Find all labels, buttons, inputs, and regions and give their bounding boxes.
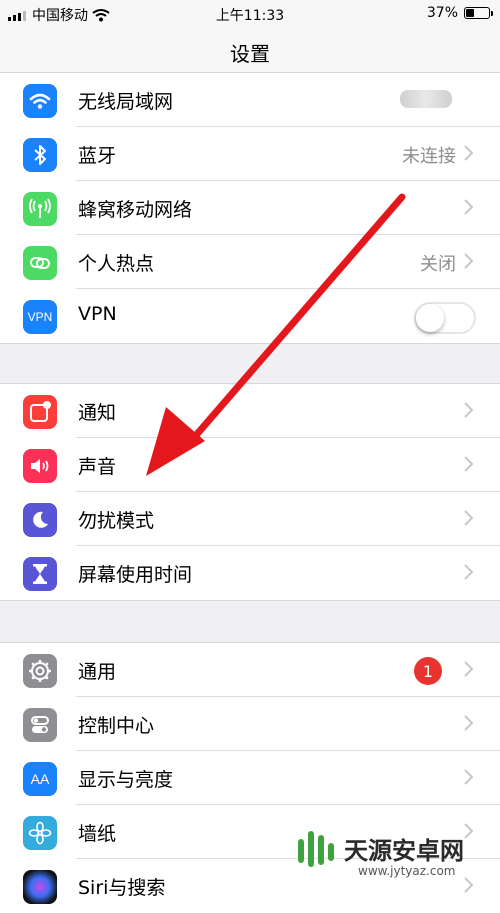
settings-row-label: 蜂窝移动网络 — [78, 199, 193, 221]
settings-row-label: 声音 — [78, 456, 117, 478]
toggle-knob — [416, 304, 444, 332]
chevron-right-icon — [464, 402, 474, 418]
speaker-icon — [23, 449, 57, 483]
chevron-right-icon — [464, 456, 474, 472]
settings-row-display[interactable]: AA 显示与亮度 — [0, 751, 500, 805]
settings-row-screen-time[interactable]: 屏幕使用时间 — [0, 546, 500, 600]
settings-row-control-center[interactable]: 控制中心 — [0, 697, 500, 751]
battery-fill — [466, 9, 474, 17]
notification-icon — [23, 395, 57, 429]
settings-row-label: 无线局域网 — [78, 91, 174, 113]
chevron-right-icon — [464, 253, 474, 269]
chevron-right-icon — [464, 145, 474, 161]
settings-row-label: Siri与搜索 — [78, 877, 166, 899]
clock: 上午11:33 — [215, 8, 285, 24]
settings-row-label: 个人热点 — [78, 253, 155, 275]
settings-row-cellular[interactable]: 蜂窝移动网络 — [0, 181, 500, 235]
chevron-right-icon — [464, 661, 474, 677]
wallpaper-icon — [23, 816, 57, 850]
watermark-url: www.jytyaz.com — [358, 864, 456, 878]
settings-row-label: 屏幕使用时间 — [78, 564, 193, 586]
settings-row-hotspot[interactable]: 个人热点 关闭 — [0, 235, 500, 289]
navigation-bar: 设置 — [0, 28, 500, 77]
control-center-icon — [23, 708, 57, 742]
chevron-right-icon — [464, 564, 474, 580]
settings-row-label: 蓝牙 — [78, 145, 117, 167]
antenna-icon — [23, 192, 57, 226]
bluetooth-icon — [23, 138, 57, 172]
settings-row-wifi[interactable]: 无线局域网 — [0, 73, 500, 127]
vpn-toggle[interactable] — [414, 302, 476, 334]
vpn-icon: VPN — [23, 300, 57, 334]
settings-row-label: 显示与亮度 — [78, 769, 174, 791]
settings-row-label: 墙纸 — [78, 823, 117, 845]
settings-row-label: VPN — [78, 303, 117, 325]
moon-icon — [23, 503, 57, 537]
status-bar: 中国移动 上午11:33 37% — [0, 0, 500, 28]
settings-row-label: 通用 — [78, 661, 117, 683]
chevron-right-icon — [464, 769, 474, 785]
connectivity-group: 无线局域网 蓝牙 未连接 蜂窝移动网络 个人热点 关闭 VPN VPN — [0, 72, 500, 344]
hotspot-status-value: 关闭 — [420, 254, 456, 275]
vpn-icon-text: VPN — [27, 310, 53, 324]
settings-row-general[interactable]: 通用 1 — [0, 643, 500, 697]
battery-icon — [464, 7, 493, 19]
wifi-network-name-blurred — [400, 90, 452, 108]
settings-row-label: 通知 — [78, 402, 117, 424]
settings-row-notifications[interactable]: 通知 — [0, 384, 500, 438]
bluetooth-status-value: 未连接 — [402, 146, 456, 167]
watermark-logo: 天源安卓网 www.jytyaz.com — [292, 825, 492, 883]
settings-row-label: 控制中心 — [78, 715, 155, 737]
page-title: 设置 — [230, 42, 270, 66]
chevron-right-icon — [464, 510, 474, 526]
settings-row-bluetooth[interactable]: 蓝牙 未连接 — [0, 127, 500, 181]
hourglass-icon — [23, 557, 57, 591]
chevron-right-icon — [464, 199, 474, 215]
settings-row-sounds[interactable]: 声音 — [0, 438, 500, 492]
display-icon-text: AA — [30, 771, 50, 787]
settings-row-label: 勿扰模式 — [78, 510, 155, 532]
hotspot-icon — [23, 246, 57, 280]
update-badge: 1 — [414, 657, 442, 685]
settings-row-do-not-disturb[interactable]: 勿扰模式 — [0, 492, 500, 546]
notifications-group: 通知 声音 勿扰模式 屏幕使用时间 — [0, 383, 500, 601]
chevron-right-icon — [464, 715, 474, 731]
watermark-title: 天源安卓网 — [344, 837, 464, 865]
settings-row-vpn[interactable]: VPN VPN — [0, 289, 500, 343]
wifi-icon — [23, 84, 57, 118]
gear-icon — [23, 654, 57, 688]
display-icon: AA — [23, 762, 57, 796]
battery-percentage: 37% — [426, 5, 458, 21]
siri-icon — [23, 870, 57, 904]
